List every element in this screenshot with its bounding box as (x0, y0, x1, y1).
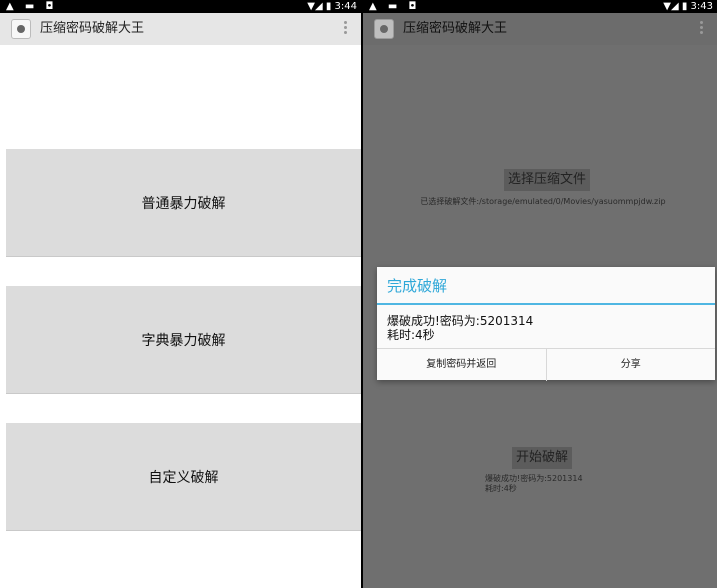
overflow-menu-icon[interactable] (700, 21, 703, 37)
notification-icons: ▲ ▬ ◘ (369, 1, 421, 12)
app-icon (11, 19, 31, 39)
dictionary-brute-force-button[interactable]: 字典暴力破解 (6, 286, 361, 394)
app-title: 压缩密码破解大王 (40, 21, 145, 36)
notification-icons: ▲ ▬ ◘ (6, 1, 58, 12)
dialog-buttons: 复制密码并返回 分享 (377, 348, 715, 381)
app-icon (374, 19, 394, 39)
status-time: ▼◢ ▮ 3:43 (663, 1, 713, 12)
right-screen: ▲ ▬ ◘ ▼◢ ▮ 3:43 压缩密码破解大王 选择压缩文件 已选择破解文件:… (363, 0, 717, 588)
action-bar: 压缩密码破解大王 (0, 13, 361, 45)
result-text-line1: 爆破成功!密码为:5201314 (485, 474, 583, 483)
select-archive-button[interactable]: 选择压缩文件 (504, 169, 591, 191)
copy-password-button[interactable]: 复制密码并返回 (377, 349, 546, 381)
custom-crack-button[interactable]: 自定义破解 (6, 423, 361, 531)
overflow-menu-icon[interactable] (344, 21, 347, 37)
status-bar: ▲ ▬ ◘ ▼◢ ▮ 3:43 (363, 0, 717, 13)
dialog-message-line1: 爆破成功!密码为:5201314 (387, 314, 534, 328)
dialog-title: 完成破解 (387, 277, 448, 295)
start-crack-button[interactable]: 开始破解 (512, 447, 573, 469)
share-button[interactable]: 分享 (547, 349, 716, 381)
action-bar: 压缩密码破解大王 (363, 13, 717, 45)
dialog-message: 爆破成功!密码为:5201314 耗时:4秒 (387, 314, 533, 342)
status-time: ▼◢ ▮ 3:44 (307, 1, 357, 12)
status-bar: ▲ ▬ ◘ ▼◢ ▮ 3:44 (0, 0, 361, 13)
normal-brute-force-button[interactable]: 普通暴力破解 (6, 149, 361, 257)
selected-file-text: 已选择破解文件:/storage/emulated/0/Movies/yasuo… (420, 197, 666, 206)
app-title: 压缩密码破解大王 (403, 21, 508, 36)
left-screen: ▲ ▬ ◘ ▼◢ ▮ 3:44 压缩密码破解大王 普通暴力破解 字典暴力破解 自… (0, 0, 361, 588)
dialog-divider (377, 303, 715, 305)
dialog-message-line2: 耗时:4秒 (387, 328, 435, 342)
result-text-line2: 耗时:4秒 (485, 484, 517, 493)
completion-dialog: 完成破解 爆破成功!密码为:5201314 耗时:4秒 复制密码并返回 分享 (377, 267, 715, 381)
